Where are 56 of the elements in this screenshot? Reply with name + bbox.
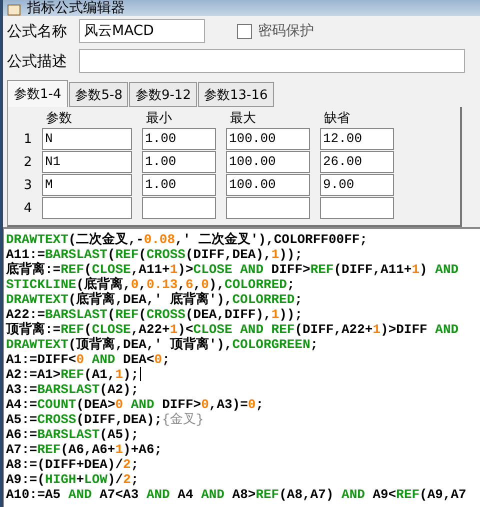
column-header: 参数	[45, 111, 73, 127]
param-input[interactable]: M	[42, 174, 132, 196]
code-line: DRAWTEXT(底背离,DEA,' 底背离'),COLORRED;	[6, 292, 304, 307]
param-input[interactable]: 100.00	[226, 151, 310, 173]
code-line: A3:=BARSLAST(A2);	[6, 382, 140, 397]
column-header: 最大	[229, 111, 257, 127]
code-line: A22:=BARSLAST(REF(CROSS(DEA,DIFF),1));	[6, 307, 304, 322]
code-line: A1:=DIFF<0 AND DEA<0;	[6, 352, 171, 367]
row-number: 3	[22, 178, 32, 192]
code-line: A5:=CROSS(DIFF,DEA);{金叉}	[6, 412, 205, 427]
tab[interactable]: 参数13-16	[198, 82, 274, 107]
tab[interactable]: 参数1-4	[7, 80, 68, 107]
field-label: 公式名称	[7, 22, 68, 40]
param-input[interactable]	[142, 197, 216, 219]
code-line: DRAWTEXT(二次金叉,-0.08,' 二次金叉'),COLORFF00FF;	[6, 232, 368, 247]
param-input[interactable]: N1	[42, 151, 132, 173]
column-header: 缺省	[323, 111, 351, 127]
param-input[interactable]: 12.00	[320, 128, 394, 150]
param-input[interactable]: 1.00	[142, 151, 216, 173]
field-label: 公式描述	[7, 52, 68, 70]
param-input[interactable]: 1.00	[142, 174, 216, 196]
row-number: 4	[22, 200, 32, 216]
code-line: A9:=(HIGH+LOW)/2;	[6, 472, 140, 487]
param-input[interactable]: N	[42, 128, 132, 150]
param-input[interactable]: 1.00	[142, 128, 216, 150]
name-input[interactable]: 风云MACD	[79, 19, 205, 43]
code-line: 顶背离:=REF(CLOSE,A22+1)<CLOSE AND REF(DIFF,A22+1)>DIFF AND	[6, 322, 460, 337]
param-input[interactable]: 100.00	[226, 128, 310, 150]
password-checkbox[interactable]	[237, 24, 252, 38]
text-cursor	[140, 367, 141, 381]
code-line: DRAWTEXT(顶背离,DEA,' 顶背离'),COLORGREEN;	[6, 337, 320, 352]
param-input[interactable]: 26.00	[320, 151, 394, 173]
code-line: A4:=COUNT(DEA>0 AND DIFF>0,A3)=0;	[6, 397, 265, 412]
code-line: A7:=REF(A6,A6+1)+A6;	[6, 442, 164, 457]
param-input[interactable]: 9.00	[320, 174, 394, 196]
row-number: 2	[22, 154, 32, 170]
row-number: 1	[22, 132, 32, 146]
description-input[interactable]	[79, 49, 465, 73]
param-input[interactable]	[320, 197, 394, 219]
param-input[interactable]	[42, 197, 132, 219]
code-line: A10:=A5 AND A7<A3 AND A4 AND A8>REF(A8,A7) AND A9<REF(A9,A7	[6, 487, 468, 502]
window-title: 指标公式编辑器	[27, 1, 125, 16]
code-line: 底背离:=REF(CLOSE,A11+1)>CLOSE AND DIFF>REF(DIFF,A11+1) AND	[6, 262, 460, 277]
app-icon	[7, 4, 21, 16]
tab[interactable]: 参数9-12	[129, 82, 197, 107]
code-editor[interactable]	[3, 227, 480, 507]
code-line: STICKLINE(底背离,0,0.13,6,0),COLORRED;	[6, 277, 296, 292]
code-line: A11:=BARSLAST(REF(CROSS(DIFF,DEA),1));	[6, 247, 304, 262]
column-header: 最小	[145, 111, 173, 127]
checkbox-label: 密码保护	[258, 22, 314, 40]
code-line: A8:=(DIFF+DEA)/2;	[6, 457, 140, 472]
code-line: A2:=A1>REF(A1,1);	[6, 367, 142, 382]
param-input[interactable]	[226, 197, 310, 219]
code-line: A6:=BARSLAST(A5);	[6, 427, 140, 442]
tab[interactable]: 参数5-8	[69, 82, 128, 107]
param-input[interactable]: 100.00	[226, 174, 310, 196]
